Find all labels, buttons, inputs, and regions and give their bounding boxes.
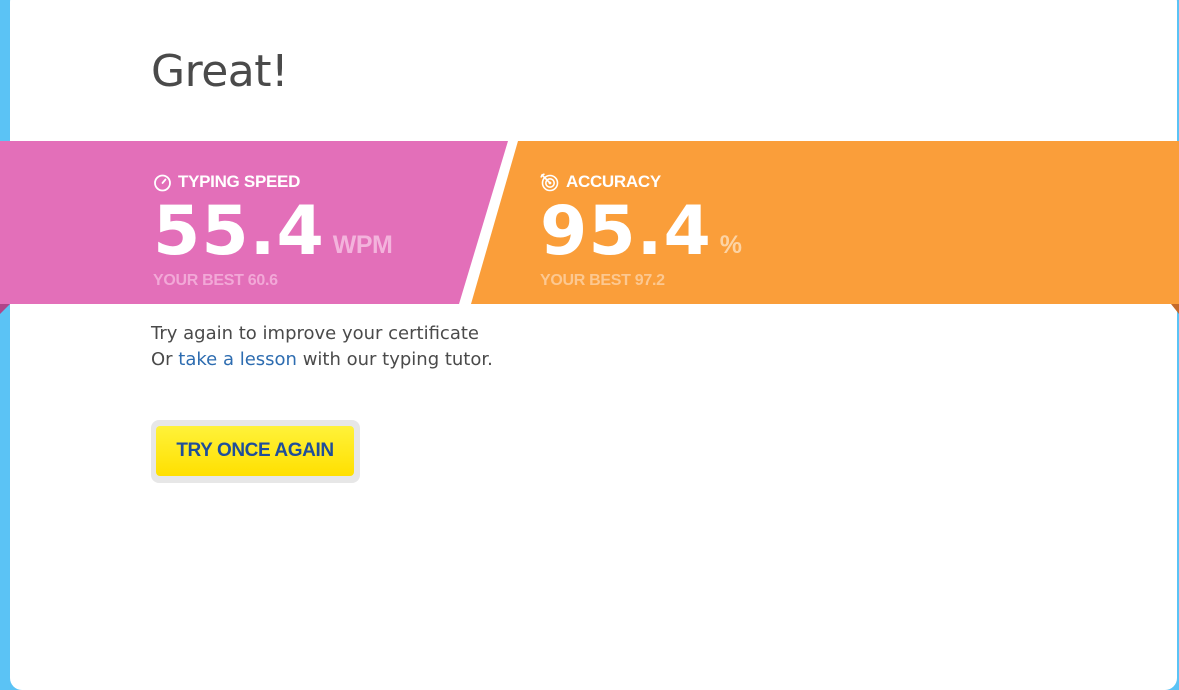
accuracy-value: 95.4 [540, 192, 712, 271]
typing-speed-stat: TYPING SPEED 55.4 WPM YOUR BEST 60.6 [153, 170, 393, 290]
accuracy-unit: % [719, 231, 742, 259]
result-message: Try again to improve your certificate Or… [151, 321, 493, 373]
accuracy-best: YOUR BEST 97.2 [540, 272, 665, 289]
retry-button-frame: TRY ONCE AGAIN [151, 420, 360, 483]
typing-speed-label: TYPING SPEED [178, 172, 301, 191]
result-heading: Great! [151, 46, 289, 97]
typing-speed-unit: WPM [332, 231, 393, 259]
target-icon [540, 172, 560, 192]
message-line-2-suffix: with our typing tutor. [296, 349, 493, 370]
band-fold-left [0, 304, 10, 314]
stopwatch-icon [153, 173, 172, 192]
accuracy-label: ACCURACY [566, 172, 661, 191]
typing-speed-value: 55.4 [153, 192, 325, 271]
typing-speed-best: YOUR BEST 60.6 [153, 272, 278, 289]
take-lesson-link[interactable]: take a lesson [178, 349, 297, 370]
message-line-2: Or take a lesson with our typing tutor. [151, 347, 493, 373]
try-once-again-button[interactable]: TRY ONCE AGAIN [156, 426, 354, 476]
band-fold-right [1171, 304, 1179, 314]
accuracy-stat: ACCURACY 95.4 % YOUR BEST 97.2 [540, 170, 742, 290]
message-line-1: Try again to improve your certificate [151, 323, 479, 344]
message-line-2-prefix: Or [151, 349, 179, 370]
